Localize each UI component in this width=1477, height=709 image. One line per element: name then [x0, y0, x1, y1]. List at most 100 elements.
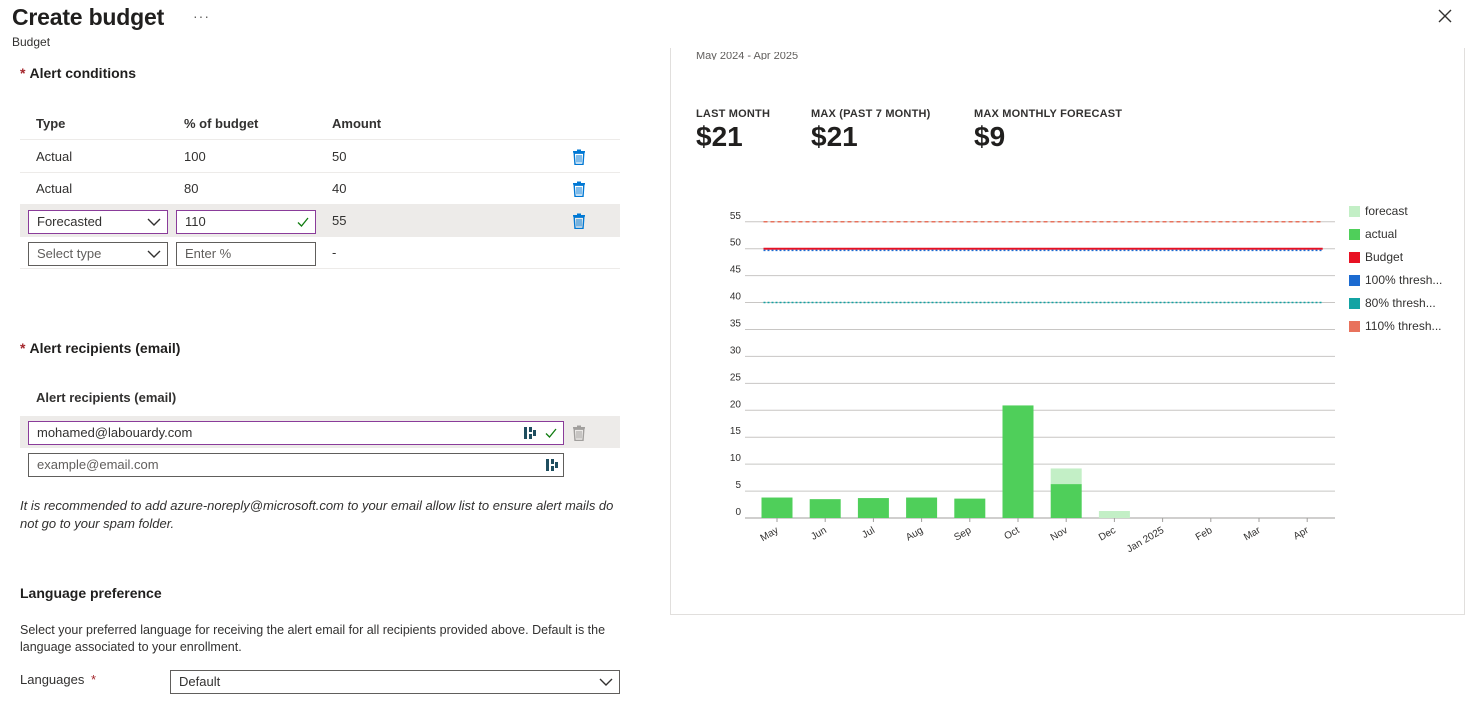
- column-header-recipients: Alert recipients (email): [36, 390, 177, 405]
- legend-swatch: [1349, 298, 1360, 309]
- x-tick-label: Oct: [1003, 525, 1022, 542]
- chevron-down-icon: [147, 250, 161, 258]
- y-tick-label: 10: [730, 453, 742, 464]
- row-amount: 55: [332, 213, 347, 228]
- y-tick-label: 5: [735, 480, 741, 491]
- column-header-amount: Amount: [332, 116, 382, 131]
- percent-input[interactable]: 110: [176, 210, 316, 234]
- bar-actual: [954, 498, 986, 518]
- bar-actual: [906, 497, 938, 518]
- cost-chart: 0 5 10 15 20 25 30 35 40 45 50 55 May Jun Jul Aug Sep Oct…: [730, 211, 1335, 555]
- languages-dropdown-value: Default: [179, 674, 221, 689]
- y-tick-label: 25: [730, 372, 742, 383]
- legend-label: Budget: [1365, 250, 1404, 264]
- y-tick-label: 45: [730, 265, 742, 276]
- required-mark: *: [20, 340, 26, 356]
- close-icon: [1438, 9, 1452, 23]
- x-tick-label: May: [759, 525, 781, 544]
- select-type-placeholder: Select type: [37, 246, 102, 261]
- bar-actual: [809, 499, 841, 518]
- new-recipient-placeholder: example@email.com: [37, 457, 159, 472]
- y-tick-label: 50: [730, 238, 742, 249]
- y-tick-label: 0: [735, 507, 741, 518]
- enter-percent-input[interactable]: Enter %: [176, 242, 316, 266]
- enter-percent-placeholder: Enter %: [185, 246, 232, 261]
- new-recipient-email-input[interactable]: example@email.com: [28, 453, 564, 477]
- alert-conditions-header-row: Type % of budget Amount: [20, 108, 620, 140]
- checkmark-icon: [545, 428, 557, 438]
- alert-conditions-title: * Alert conditions: [20, 65, 136, 81]
- delete-recipient-button[interactable]: [572, 425, 588, 442]
- x-tick-label: Apr: [1292, 525, 1312, 543]
- delete-row-button[interactable]: [572, 213, 588, 230]
- bar-actual: [857, 498, 889, 518]
- language-description: Select your preferred language for recei…: [20, 623, 606, 654]
- legend-label: 110% thresh...: [1365, 319, 1442, 333]
- recipients-header-row: Alert recipients (email): [20, 382, 620, 415]
- legend-swatch: [1349, 206, 1360, 217]
- more-options-button[interactable]: ···: [193, 8, 210, 24]
- row-percent: 100: [184, 149, 206, 164]
- row-percent: 80: [184, 181, 199, 196]
- x-tick-label: Dec: [1097, 525, 1118, 543]
- trash-icon: [573, 181, 585, 198]
- languages-label-text: Languages: [20, 672, 85, 687]
- budget-summary-card: May 2024 - Apr 2025 LAST MONTH $21 MAX (…: [670, 48, 1465, 615]
- column-header-percent: % of budget: [184, 116, 259, 131]
- close-button[interactable]: [1437, 8, 1457, 28]
- row-amount: -: [332, 245, 337, 260]
- y-tick-label: 30: [730, 345, 742, 356]
- x-tick-label: Jul: [860, 525, 877, 541]
- password-manager-icon[interactable]: [545, 458, 559, 472]
- y-tick-label: 55: [730, 211, 742, 222]
- allow-list-note: It is recommended to add azure-noreply@m…: [20, 498, 614, 531]
- languages-dropdown[interactable]: Default: [170, 670, 620, 694]
- legend-label: 80% thresh...: [1365, 296, 1436, 310]
- y-tick-label: 20: [730, 399, 742, 410]
- row-amount: 50: [332, 149, 347, 164]
- legend-swatch: [1349, 252, 1360, 263]
- required-mark: *: [20, 65, 26, 81]
- x-tick-label: Jan 2025: [1125, 525, 1167, 555]
- trash-icon: [573, 213, 585, 230]
- table-row: Actual 80 40: [20, 173, 620, 205]
- bar-actual: [1050, 484, 1082, 518]
- recipient-email-input[interactable]: mohamed@labouardy.com: [28, 421, 564, 445]
- chevron-down-icon: [599, 678, 613, 686]
- x-tick-label: Sep: [952, 525, 973, 544]
- x-tick-label: Jun: [809, 525, 828, 543]
- percent-input-value: 110: [185, 214, 206, 229]
- row-type: Actual: [36, 149, 73, 164]
- table-row-new: Select type Enter % -: [20, 237, 620, 269]
- delete-row-button[interactable]: [572, 181, 588, 198]
- select-type-dropdown[interactable]: Select type: [28, 242, 168, 266]
- legend-swatch: [1349, 321, 1360, 332]
- legend-label: forecast: [1365, 204, 1408, 218]
- alert-recipients-title: * Alert recipients (email): [20, 340, 180, 356]
- page-title: Create budget: [12, 4, 165, 30]
- type-dropdown[interactable]: Forecasted: [28, 210, 168, 234]
- delete-row-button[interactable]: [572, 149, 588, 166]
- recipient-email-value: mohamed@labouardy.com: [37, 425, 193, 440]
- password-manager-icon[interactable]: [523, 426, 537, 440]
- bar-forecast: [1050, 468, 1082, 485]
- legend-label: actual: [1365, 227, 1398, 241]
- page-subtitle: Budget: [12, 35, 51, 49]
- checkmark-icon: [297, 217, 309, 227]
- recipient-row-new: example@email.com: [20, 448, 620, 480]
- language-title: Language preference: [20, 585, 162, 601]
- column-header-type: Type: [36, 116, 66, 131]
- legend-swatch: [1349, 229, 1360, 240]
- type-dropdown-value: Forecasted: [37, 214, 103, 229]
- bar-actual: [761, 497, 793, 518]
- chevron-down-icon: [147, 218, 161, 226]
- row-amount: 40: [332, 181, 347, 196]
- x-tick-label: Nov: [1049, 525, 1070, 543]
- legend-label: 100% thresh...: [1365, 273, 1443, 287]
- bar-forecast: [1098, 510, 1130, 518]
- bar-actual: [1002, 405, 1034, 518]
- x-tick-label: Mar: [1242, 525, 1263, 543]
- table-row: Actual 100 50: [20, 141, 620, 173]
- trash-icon: [573, 149, 585, 166]
- alert-recipients-label: Alert recipients (email): [29, 340, 181, 356]
